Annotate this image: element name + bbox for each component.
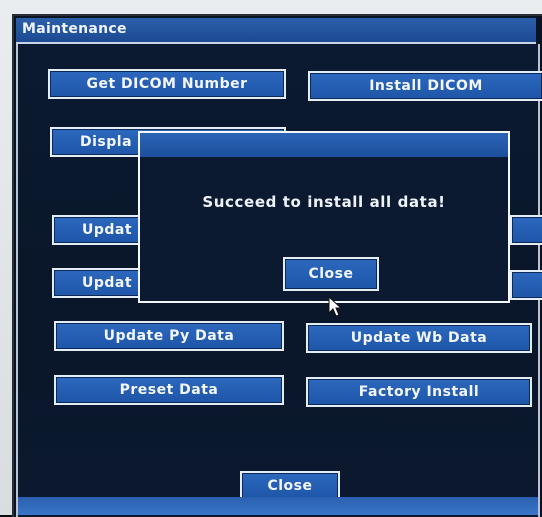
dialog-title-bar	[140, 133, 508, 157]
update-py-data-button[interactable]: Update Py Data	[54, 321, 284, 351]
success-dialog: Succeed to install all data! Close	[138, 131, 510, 303]
update-wb-data-button[interactable]: Update Wb Data	[306, 323, 532, 353]
update-button-2[interactable]: Updat	[52, 268, 152, 298]
update-button-2-right[interactable]	[510, 270, 542, 300]
update-button-1[interactable]: Updat	[52, 215, 152, 245]
window-title: Maintenance	[22, 21, 127, 37]
install-dicom-button[interactable]: Install DICOM	[308, 71, 542, 101]
taskbar-strip	[18, 497, 538, 515]
update-button-1-right[interactable]	[510, 215, 542, 245]
mouse-cursor-icon	[328, 296, 343, 317]
dialog-close-button[interactable]: Close	[283, 257, 379, 291]
preset-data-button[interactable]: Preset Data	[54, 375, 284, 405]
window-title-bar: Maintenance	[16, 18, 536, 44]
dialog-message: Succeed to install all data!	[202, 193, 446, 211]
factory-install-button[interactable]: Factory Install	[306, 377, 532, 407]
get-dicom-number-button[interactable]: Get DICOM Number	[48, 69, 286, 99]
